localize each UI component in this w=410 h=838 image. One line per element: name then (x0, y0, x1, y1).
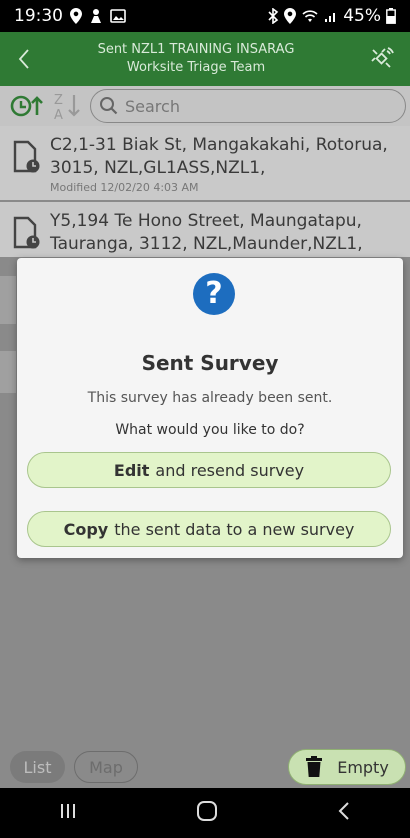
clock-sort-icon (10, 95, 43, 117)
list-item[interactable]: Y5,194 Te Hono Street, Maungatapu, Taura… (0, 202, 410, 258)
search-icon (100, 97, 118, 115)
list-view-label: List (23, 757, 52, 777)
back-chevron-icon (338, 802, 349, 820)
sort-alpha-button[interactable]: Z A (52, 91, 84, 121)
map-view-label: Map (89, 757, 123, 777)
chevron-left-icon (18, 49, 29, 69)
home-button[interactable] (196, 800, 218, 826)
satellite-button[interactable] (354, 32, 410, 86)
gallery-icon (110, 9, 126, 23)
hidden-list-item (0, 276, 16, 324)
battery-percent: 45% (343, 6, 381, 26)
list-item-title: C2,1-31 Biak St, Mangakakahi, Rotorua, 3… (50, 135, 388, 178)
search-box[interactable] (90, 89, 406, 123)
system-back-button[interactable] (337, 801, 351, 825)
satellite-icon (371, 47, 394, 68)
back-button[interactable] (0, 32, 48, 86)
app-header: Sent NZL1 TRAINING INSARAG Worksite Tria… (0, 32, 410, 86)
dialog-question: What would you like to do? (115, 422, 305, 438)
page-title: Sent NZL1 TRAINING INSARAG (97, 42, 295, 57)
dialog-message: This survey has already been sent. (87, 390, 333, 406)
bluetooth-icon (267, 8, 279, 24)
edit-resend-button[interactable]: Edit and resend survey (27, 452, 391, 488)
copy-label-strong: Copy (63, 519, 109, 539)
toolbar: Z A (0, 86, 410, 126)
home-icon (196, 801, 217, 821)
sent-survey-dialog: ? Sent Survey This survey has already be… (17, 258, 403, 558)
dialog-title: Sent Survey (141, 351, 279, 375)
edit-label-rest: and resend survey (155, 460, 305, 480)
status-bar: 19:30 45% (0, 0, 410, 32)
list-item-modified: Modified 12/02/20 4:03 AM (50, 181, 199, 194)
recent-apps-button[interactable] (59, 802, 77, 824)
alpha-sort-icon: Z A (54, 93, 80, 121)
list-item[interactable]: C2,1-31 Biak St, Mangakakahi, Rotorua, 3… (0, 126, 410, 201)
location-status-icon (284, 8, 297, 24)
map-view-button[interactable]: Map (74, 751, 138, 783)
sort-time-button[interactable] (10, 93, 46, 119)
system-nav-bar (0, 788, 410, 838)
wifi-icon (301, 9, 319, 23)
status-time: 19:30 (14, 6, 63, 26)
question-icon: ? (193, 273, 235, 315)
document-clock-icon (12, 210, 42, 253)
signal-icon (324, 9, 338, 23)
svg-text:A: A (54, 108, 63, 121)
copy-new-survey-button[interactable]: Copy the sent data to a new survey (27, 511, 391, 547)
edit-label-strong: Edit (113, 460, 150, 480)
app-notification-icon (89, 8, 103, 24)
list-item-title: Y5,194 Te Hono Street, Maungatapu, Taura… (50, 211, 363, 254)
page-subtitle: Worksite Triage Team (126, 60, 266, 75)
empty-label: Empty (337, 757, 389, 777)
bottom-bar: List Map Empty (0, 746, 410, 788)
battery-icon (386, 8, 396, 24)
trash-icon (306, 756, 323, 777)
search-input[interactable] (125, 96, 325, 116)
hidden-list-item (0, 351, 16, 393)
empty-button[interactable]: Empty (288, 749, 406, 785)
recent-apps-icon (61, 804, 76, 818)
list-view-button[interactable]: List (10, 751, 65, 783)
svg-text:Z: Z (54, 93, 63, 108)
location-icon (70, 8, 82, 24)
copy-label-rest: the sent data to a new survey (114, 519, 355, 539)
document-clock-icon (12, 134, 42, 196)
